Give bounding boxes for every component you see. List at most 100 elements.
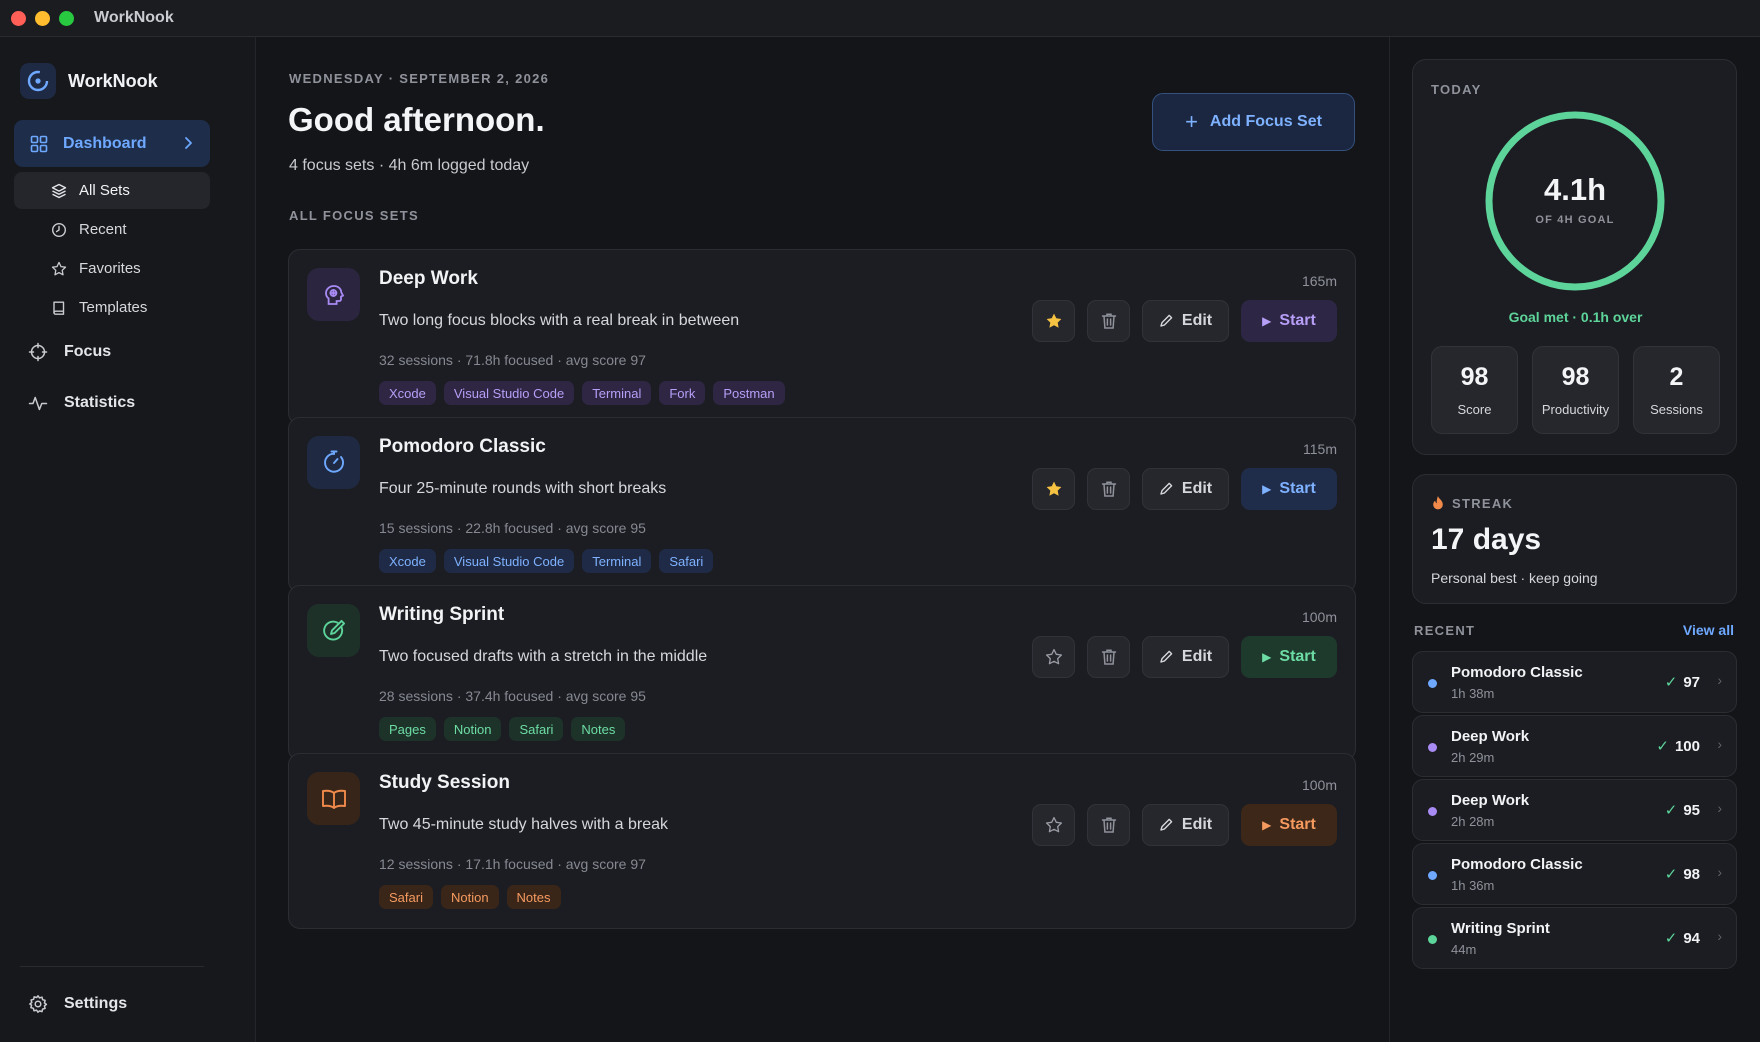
app-tag: Xcode: [379, 381, 436, 405]
close-window-button[interactable]: [11, 10, 26, 26]
brand: WorkNook: [20, 63, 158, 99]
start-label: Start: [1279, 312, 1316, 329]
edit-button[interactable]: Edit: [1142, 804, 1229, 846]
start-button[interactable]: ▶ Start: [1241, 468, 1337, 510]
sidebar-item-dashboard[interactable]: Dashboard: [14, 120, 210, 167]
view-all-link[interactable]: View all: [1683, 622, 1734, 638]
status-dot: [1428, 743, 1437, 752]
add-focus-set-button[interactable]: + Add Focus Set: [1152, 93, 1355, 151]
star-icon: [1046, 481, 1061, 496]
score-value: 97: [1683, 674, 1700, 691]
score-value: 98: [1683, 866, 1700, 883]
status-dot: [1428, 679, 1437, 688]
start-button[interactable]: ▶ Start: [1241, 636, 1337, 678]
play-icon: ▶: [1262, 650, 1272, 664]
title-bar: WorkNook: [0, 0, 1760, 37]
right-panel: TODAY 4.1h OF 4H GOAL Goal met · 0.1h ov…: [1389, 37, 1760, 1042]
open-book-icon: [307, 772, 360, 825]
status-dot: [1428, 807, 1437, 816]
focus-set-title: Pomodoro Classic: [379, 436, 546, 457]
streak-note: Personal best · keep going: [1431, 570, 1598, 586]
star-icon: [51, 261, 67, 275]
chevron-right-icon: ›: [1717, 928, 1722, 944]
summary-text: 4 focus sets · 4h 6m logged today: [289, 157, 530, 174]
app-tag: Xcode: [379, 549, 436, 573]
sidebar: WorkNook Dashboard All Sets Recent Favor…: [0, 37, 256, 1042]
trash-icon: [1101, 481, 1116, 497]
goal-ring: 4.1h OF 4H GOAL: [1482, 108, 1668, 294]
delete-button[interactable]: [1087, 468, 1130, 510]
score-value: 94: [1683, 930, 1700, 947]
flame-icon: [1433, 496, 1443, 510]
play-icon: ▶: [1262, 314, 1272, 328]
goal-status: Goal met · 0.1h over: [1508, 309, 1643, 325]
app-tag: Postman: [713, 381, 785, 405]
recent-session-item[interactable]: Deep Work 2h 28m ✓ 95 ›: [1412, 779, 1737, 841]
app-tag: Notion: [440, 885, 499, 909]
favorite-button[interactable]: [1032, 468, 1075, 510]
start-button[interactable]: ▶ Start: [1241, 804, 1337, 846]
focus-set-card[interactable]: Study Session 100m Two 45-minute study h…: [288, 753, 1356, 929]
status-dot: [1428, 935, 1437, 944]
today-panel: TODAY 4.1h OF 4H GOAL Goal met · 0.1h ov…: [1412, 59, 1737, 455]
sidebar-item-statistics[interactable]: Statistics: [28, 393, 135, 413]
main-content: WEDNESDAY · SEPTEMBER 2, 2026 Good after…: [257, 37, 1388, 1042]
stat-label: Sessions: [1650, 402, 1703, 417]
favorite-button[interactable]: [1032, 804, 1075, 846]
status-dot: [1428, 871, 1437, 880]
check-icon: ✓: [1664, 802, 1678, 819]
sidebar-item-focus[interactable]: Focus: [28, 342, 111, 362]
today-value: 4.1h: [1543, 172, 1607, 207]
start-button[interactable]: ▶ Start: [1241, 300, 1337, 342]
focus-set-duration: 165m: [1301, 273, 1337, 289]
recent-session-item[interactable]: Pomodoro Classic 1h 36m ✓ 98 ›: [1412, 843, 1737, 905]
favorite-button[interactable]: [1032, 636, 1075, 678]
date-label: WEDNESDAY · SEPTEMBER 2, 2026: [289, 71, 550, 86]
stat-value: 2: [1669, 363, 1684, 391]
sidebar-item-all-sets[interactable]: All Sets: [14, 172, 210, 209]
pencil-icon: [1160, 482, 1173, 495]
favorite-button[interactable]: [1032, 300, 1075, 342]
edit-label: Edit: [1181, 816, 1213, 833]
sidebar-item-templates[interactable]: Templates: [14, 289, 210, 326]
delete-button[interactable]: [1087, 804, 1130, 846]
sidebar-item-recent[interactable]: Recent: [14, 211, 210, 248]
star-icon: [1046, 313, 1061, 328]
app-tag: Visual Studio Code: [443, 381, 575, 405]
session-score: ✓ 94: [1665, 929, 1700, 947]
edit-button[interactable]: Edit: [1142, 636, 1229, 678]
focus-set-card[interactable]: Deep Work 165m Two long focus blocks wit…: [288, 249, 1356, 425]
edit-button[interactable]: Edit: [1142, 468, 1229, 510]
minimize-window-button[interactable]: [35, 10, 50, 26]
session-name: Deep Work: [1451, 728, 1530, 745]
recent-session-item[interactable]: Pomodoro Classic 1h 38m ✓ 97 ›: [1412, 651, 1737, 713]
focus-set-actions: Edit ▶ Start: [1032, 636, 1337, 678]
session-name: Writing Sprint: [1451, 920, 1550, 937]
start-label: Start: [1279, 816, 1316, 833]
focus-set-stats: 12 sessions · 17.1h focused · avg score …: [379, 856, 646, 872]
score-stat: 98 Score: [1431, 346, 1518, 434]
check-icon: ✓: [1664, 930, 1678, 947]
sidebar-divider: [20, 966, 204, 967]
delete-button[interactable]: [1087, 300, 1130, 342]
chevron-right-icon: ›: [1717, 672, 1722, 688]
app-tag: Terminal: [582, 381, 652, 405]
recent-session-item[interactable]: Deep Work 2h 29m ✓ 100 ›: [1412, 715, 1737, 777]
sidebar-item-settings[interactable]: Settings: [28, 994, 127, 1014]
delete-button[interactable]: [1087, 636, 1130, 678]
app-tag: Visual Studio Code: [443, 549, 575, 573]
sidebar-item-favorites[interactable]: Favorites: [14, 250, 210, 287]
score-value: 95: [1683, 802, 1700, 819]
focus-set-card[interactable]: Pomodoro Classic 115m Four 25-minute rou…: [288, 417, 1356, 593]
zoom-window-button[interactable]: [59, 10, 74, 26]
edit-button[interactable]: Edit: [1142, 300, 1229, 342]
score-value: 100: [1674, 738, 1700, 755]
focus-set-card[interactable]: Writing Sprint 100m Two focused drafts w…: [288, 585, 1356, 761]
clock-icon: [51, 222, 67, 237]
session-duration: 1h 38m: [1451, 686, 1495, 701]
check-icon: ✓: [1664, 866, 1678, 883]
focus-set-duration: 100m: [1301, 609, 1337, 625]
recent-session-item[interactable]: Writing Sprint 44m ✓ 94 ›: [1412, 907, 1737, 969]
sidebar-item-label: Favorites: [79, 260, 141, 277]
edit-label: Edit: [1181, 648, 1213, 665]
